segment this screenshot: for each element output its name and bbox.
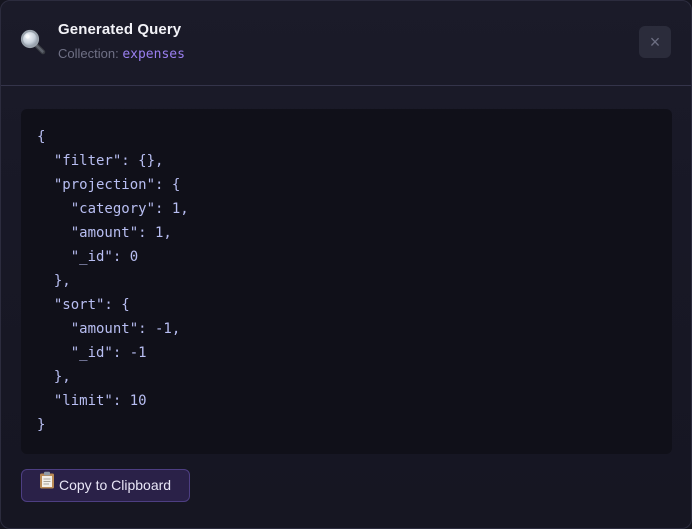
query-json: { "filter": {}, "projection": { "categor… <box>37 129 189 433</box>
collection-subtitle: Collection: expenses <box>58 46 185 62</box>
copy-to-clipboard-button[interactable]: Copy to Clipboard <box>21 469 190 502</box>
collection-name: expenses <box>122 47 185 62</box>
collection-label: Collection: <box>58 46 119 61</box>
copy-button-label: Copy to Clipboard <box>59 477 172 493</box>
query-modal: Generated Query Collection: expenses × {… <box>0 0 692 529</box>
clipboard-icon <box>39 469 55 500</box>
magnifying-glass-icon <box>19 28 47 56</box>
query-code-block: { "filter": {}, "projection": { "categor… <box>21 109 672 454</box>
close-button[interactable]: × <box>639 26 671 58</box>
modal-title: Generated Query <box>58 21 182 38</box>
modal-header: Generated Query Collection: expenses × <box>1 1 691 86</box>
